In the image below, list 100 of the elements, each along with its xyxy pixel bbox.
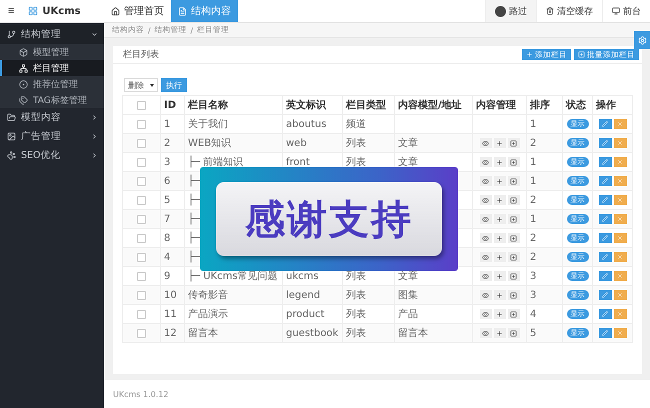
settings-button[interactable] (634, 31, 650, 49)
add-button[interactable] (494, 271, 506, 281)
checkbox[interactable] (137, 196, 146, 204)
add-item-button[interactable] (508, 176, 520, 186)
add-item-button[interactable] (508, 138, 520, 148)
add-button[interactable] (494, 176, 506, 186)
delete-button[interactable] (614, 290, 626, 300)
execute-button[interactable]: 执行 (161, 78, 187, 92)
close-icon (617, 254, 623, 260)
view-button[interactable] (480, 271, 492, 281)
view-button[interactable] (480, 176, 492, 186)
user-menu[interactable]: 路过 (485, 0, 536, 22)
add-button[interactable] (494, 252, 506, 262)
view-button[interactable] (480, 214, 492, 224)
add-item-button[interactable] (508, 214, 520, 224)
delete-button[interactable] (614, 252, 626, 262)
checkbox[interactable] (137, 138, 146, 148)
delete-button[interactable] (614, 328, 626, 338)
view-button[interactable] (480, 195, 492, 205)
view-button[interactable] (480, 138, 492, 148)
add-item-button[interactable] (508, 195, 520, 205)
edit-button[interactable] (598, 290, 612, 300)
view-button[interactable] (480, 157, 492, 167)
sidebar-item[interactable]: 广告管理 (0, 127, 104, 146)
edit-button[interactable] (598, 195, 612, 205)
sidebar-item[interactable]: 模型内容 (0, 108, 104, 127)
add-button[interactable] (494, 328, 506, 338)
sidebar-subitem[interactable]: 推荐位管理 (0, 76, 104, 92)
edit-button[interactable] (598, 138, 612, 148)
delete-button[interactable] (614, 195, 626, 205)
sidebar-subitem[interactable]: TAG标签管理 (0, 92, 104, 108)
checkbox[interactable] (137, 158, 146, 166)
add-button[interactable] (494, 309, 506, 319)
table-cell: 11 (161, 305, 185, 324)
checkbox[interactable] (137, 252, 146, 262)
chevron-right-icon (91, 114, 98, 121)
edit-button[interactable] (598, 271, 612, 281)
add-button[interactable] (494, 195, 506, 205)
delete-button[interactable] (614, 271, 626, 281)
edit-button[interactable] (598, 119, 612, 129)
checkbox[interactable] (137, 176, 146, 186)
delete-button[interactable] (614, 214, 626, 224)
checkbox[interactable] (137, 234, 146, 242)
delete-button[interactable] (614, 176, 626, 186)
nav-tab[interactable]: 结构内容 (171, 0, 238, 22)
add-button[interactable] (494, 290, 506, 300)
close-icon (617, 121, 623, 127)
add-button[interactable] (494, 138, 506, 148)
add-item-button[interactable] (508, 328, 520, 338)
close-icon (617, 292, 623, 298)
plus-icon (496, 158, 503, 166)
add-button[interactable] (494, 214, 506, 224)
edit-button[interactable] (598, 233, 612, 243)
table-cell: 列表 (343, 305, 395, 324)
add-item-button[interactable] (508, 290, 520, 300)
edit-button[interactable] (598, 328, 612, 338)
add-item-button[interactable] (508, 233, 520, 243)
add-item-button[interactable] (508, 271, 520, 281)
edit-button[interactable] (598, 214, 612, 224)
home-icon (111, 6, 120, 16)
view-button[interactable] (480, 252, 492, 262)
add-item-button[interactable] (508, 309, 520, 319)
edit-button[interactable] (598, 252, 612, 262)
sidebar-item[interactable]: 结构管理 (0, 25, 104, 44)
eye-icon (482, 310, 489, 318)
checkbox[interactable] (137, 214, 146, 224)
table-cell: 8 (161, 229, 185, 248)
delete-button[interactable] (614, 157, 626, 167)
column-header: 状态 (563, 96, 593, 115)
checkbox[interactable] (137, 272, 146, 280)
view-button[interactable] (480, 309, 492, 319)
action-dropdown[interactable]: 删除 (124, 78, 158, 92)
view-button[interactable] (480, 233, 492, 243)
checkbox[interactable] (137, 328, 146, 338)
add-button[interactable] (494, 233, 506, 243)
sidebar-subitem[interactable]: 模型管理 (0, 44, 104, 60)
menu-button[interactable]: ≡ (6, 5, 16, 17)
sidebar-item[interactable]: SEO优化 (0, 146, 104, 165)
plus-square-icon (510, 310, 517, 318)
delete-button[interactable] (614, 233, 626, 243)
delete-button[interactable] (614, 138, 626, 148)
checkbox[interactable] (137, 100, 146, 110)
checkbox[interactable] (137, 120, 146, 128)
add-button[interactable] (494, 157, 506, 167)
delete-button[interactable] (614, 119, 626, 129)
view-button[interactable] (480, 290, 492, 300)
checkbox[interactable] (137, 310, 146, 318)
plus-square-icon (510, 178, 517, 184)
add-item-button[interactable] (508, 252, 520, 262)
sidebar-subitem[interactable]: 栏目管理 (0, 60, 104, 76)
column-header: ID (161, 96, 185, 115)
plus-square-icon (510, 216, 517, 222)
add-item-button[interactable] (508, 157, 520, 167)
edit-button[interactable] (598, 176, 612, 186)
edit-button[interactable] (598, 157, 612, 167)
edit-button[interactable] (598, 309, 612, 319)
checkbox[interactable] (137, 290, 146, 300)
delete-button[interactable] (614, 309, 626, 319)
view-button[interactable] (480, 328, 492, 338)
table-cell: 2 (527, 229, 563, 248)
